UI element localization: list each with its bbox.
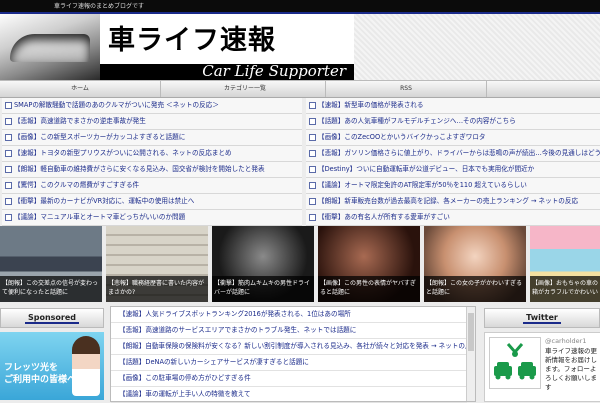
thumbnail-card[interactable]: 【朗報】この交差点の信号が変わって便利になったと話題に [0,226,102,302]
center-link[interactable]: 【朗報】自動車保険の保険料が安くなる？新しい割引制度が導入される見込み、各社が続… [111,339,467,355]
center-link-list: 【速報】人気ドライブスポットランキング2016が発表される、1位はあの場所 【悲… [110,306,476,403]
thumbnail-caption: 【画像】おもちゃの車の箱がカラフルでかわいい [530,276,600,302]
site-title-box: 車ライフ速報 [100,14,354,64]
site-title: 車ライフ速報 [108,25,276,56]
headline-link[interactable]: 【Destiny】ついに自動運転車が公道デビュー、日本でも実用化が間近か [306,162,600,178]
center-link[interactable]: 【画像】この駐車場の停め方がひどすぎる件 [111,371,467,387]
ad-model-image [72,336,100,396]
headline-link[interactable]: 【話題】あの人気車種がフルモデルチェンジへ…その内容がこちら [306,114,600,130]
headline-link[interactable]: 【速報】トヨタの新型プリウスがついに公開される、ネットの反応まとめ [2,146,302,162]
headline-list: SMAPの解散騒動で話題のあのクルマがついに発売 ＜ネットの反応＞ 【悲報】高速… [0,98,600,226]
sponsored-title: Sponsored [24,313,80,324]
sponsored-widget: Sponsored フレッツ光を ご利用中の皆様へ [0,308,104,400]
thumbnail-caption: 【悲報】職務経歴書に書いた内容がまさかの? [106,276,208,302]
main-nav: ホーム カテゴリー一覧 RSS [0,80,600,98]
nav-tab-home[interactable]: ホーム [0,81,161,97]
nav-tab-categories[interactable]: カテゴリー一覧 [165,81,326,97]
thumbnail-caption: 【衝撃】筋肉ムキムキの男性ドライバーが話題に [212,276,314,302]
headline-link[interactable]: 【朗報】軽自動車の維持費がさらに安くなる見込み、国交省が検討を開始したと発表 [2,162,302,178]
cars-logo-icon[interactable] [489,337,541,389]
center-link[interactable]: 【話題】DeNAの新しいカーシェアサービスが凄すぎると話題に [111,355,467,371]
site-subtitle-strip: Car Life Supporter [100,62,354,80]
top-bar: 車ライフ速報のまとめブログです [0,0,600,14]
center-link[interactable]: 【悲報】高速道路のサービスエリアでまさかのトラブル発生、ネットでは話題に [111,323,467,339]
thumbnail-card[interactable]: 【衝撃】筋肉ムキムキの男性ドライバーが話題に [212,226,314,302]
twitter-feed: @carholder1 車ライフ速報の更新情報をお届けします。フォローよろしくお… [484,332,600,402]
sponsored-heading: Sponsored [0,308,104,328]
twitter-handle[interactable]: @carholder1 [545,337,586,345]
headline-link[interactable]: 【議論】オートマ限定免許のAT限定率が50％を110 超えているらしい [306,178,600,194]
headline-link[interactable]: 【驚愕】このクルマの燃費がすごすぎる件 [2,178,302,194]
twitter-heading: Twitter [484,308,600,328]
site-banner[interactable]: 車ライフ速報 Car Life Supporter [0,14,354,80]
thumbnail-caption: 【画像】この男性の表情がヤバすぎると話題に [318,276,420,302]
headline-link[interactable]: 【朗報】新車販売台数が過去最高を記録、各メーカーの売上ランキング → ネットの反… [306,194,600,210]
thumbnail-caption: 【朗報】この交差点の信号が変わって便利になったと話題に [0,276,102,302]
headline-link[interactable]: 【画像】このZecOOとかいうバイクかっこよすぎワロタ [306,130,600,146]
center-link[interactable]: 【議論】車の運転が上手い人の特徴を教えて [111,387,467,403]
headline-link[interactable]: 【悲報】高速道路でまさかの逆走事故が発生 [2,114,302,130]
thumbnail-card[interactable]: 【悲報】職務経歴書に書いた内容がまさかの? [106,226,208,302]
headline-link[interactable]: 【衝撃】あの有名人が所有する愛車がすごい [306,210,600,226]
headline-link[interactable]: 【速報】新型車の価格が発表される [306,98,600,114]
headline-link[interactable]: 【議論】マニュアル車とオートマ車どっちがいいのか問題 [2,210,302,226]
car-image [0,14,100,80]
center-link[interactable]: 【速報】人気ドライブスポットランキング2016が発表される、1位はあの場所 [111,307,467,323]
thumbnail-card[interactable]: 【朗報】この女の子がかわいすぎると話題に [424,226,526,302]
nav-tab-rss[interactable]: RSS [326,81,487,97]
top-bar-text: 車ライフ速報のまとめブログです [54,3,145,10]
headline-column-left: SMAPの解散騒動で話題のあのクルマがついに発売 ＜ネットの反応＞ 【悲報】高速… [2,98,302,226]
twitter-widget: Twitter @carholder1 車ライフ速報の更新情報をお届けします。フ… [484,308,600,402]
tweet-text: 車ライフ速報の更新情報をお届けします。フォローよろしくお願いします [545,347,597,391]
headline-column-right: 【速報】新型車の価格が発表される 【話題】あの人気車種がフルモデルチェンジへ…そ… [306,98,600,226]
headline-link[interactable]: 【衝撃】最新のカーナビがVR対応に、運転中の使用は禁止へ [2,194,302,210]
twitter-title: Twitter [523,313,561,324]
headline-link[interactable]: 【悲報】ガソリン価格さらに値上がり、ドライバーからは悲鳴の声が続出…今後の見通し… [306,146,600,162]
sponsored-ad[interactable]: フレッツ光を ご利用中の皆様へ [0,332,104,400]
thumbnail-card[interactable]: 【画像】この男性の表情がヤバすぎると話題に [318,226,420,302]
thumbnail-caption: 【朗報】この女の子がかわいすぎると話題に [424,276,526,302]
site-subtitle: Car Life Supporter [202,62,346,80]
thumbnail-card[interactable]: 【画像】おもちゃの車の箱がカラフルでかわいい [530,226,600,302]
center-scrollbar[interactable] [466,307,475,401]
thumbnail-strip: 【朗報】この交差点の信号が変わって便利になったと話題に 【悲報】職務経歴書に書い… [0,226,600,302]
headline-link[interactable]: 【画像】この新型スポーツカーがカッコよすぎると話題に [2,130,302,146]
ad-text-line2: ご利用中の皆様へ [4,375,77,385]
headline-link[interactable]: SMAPの解散騒動で話題のあのクルマがついに発売 ＜ネットの反応＞ [2,98,302,114]
